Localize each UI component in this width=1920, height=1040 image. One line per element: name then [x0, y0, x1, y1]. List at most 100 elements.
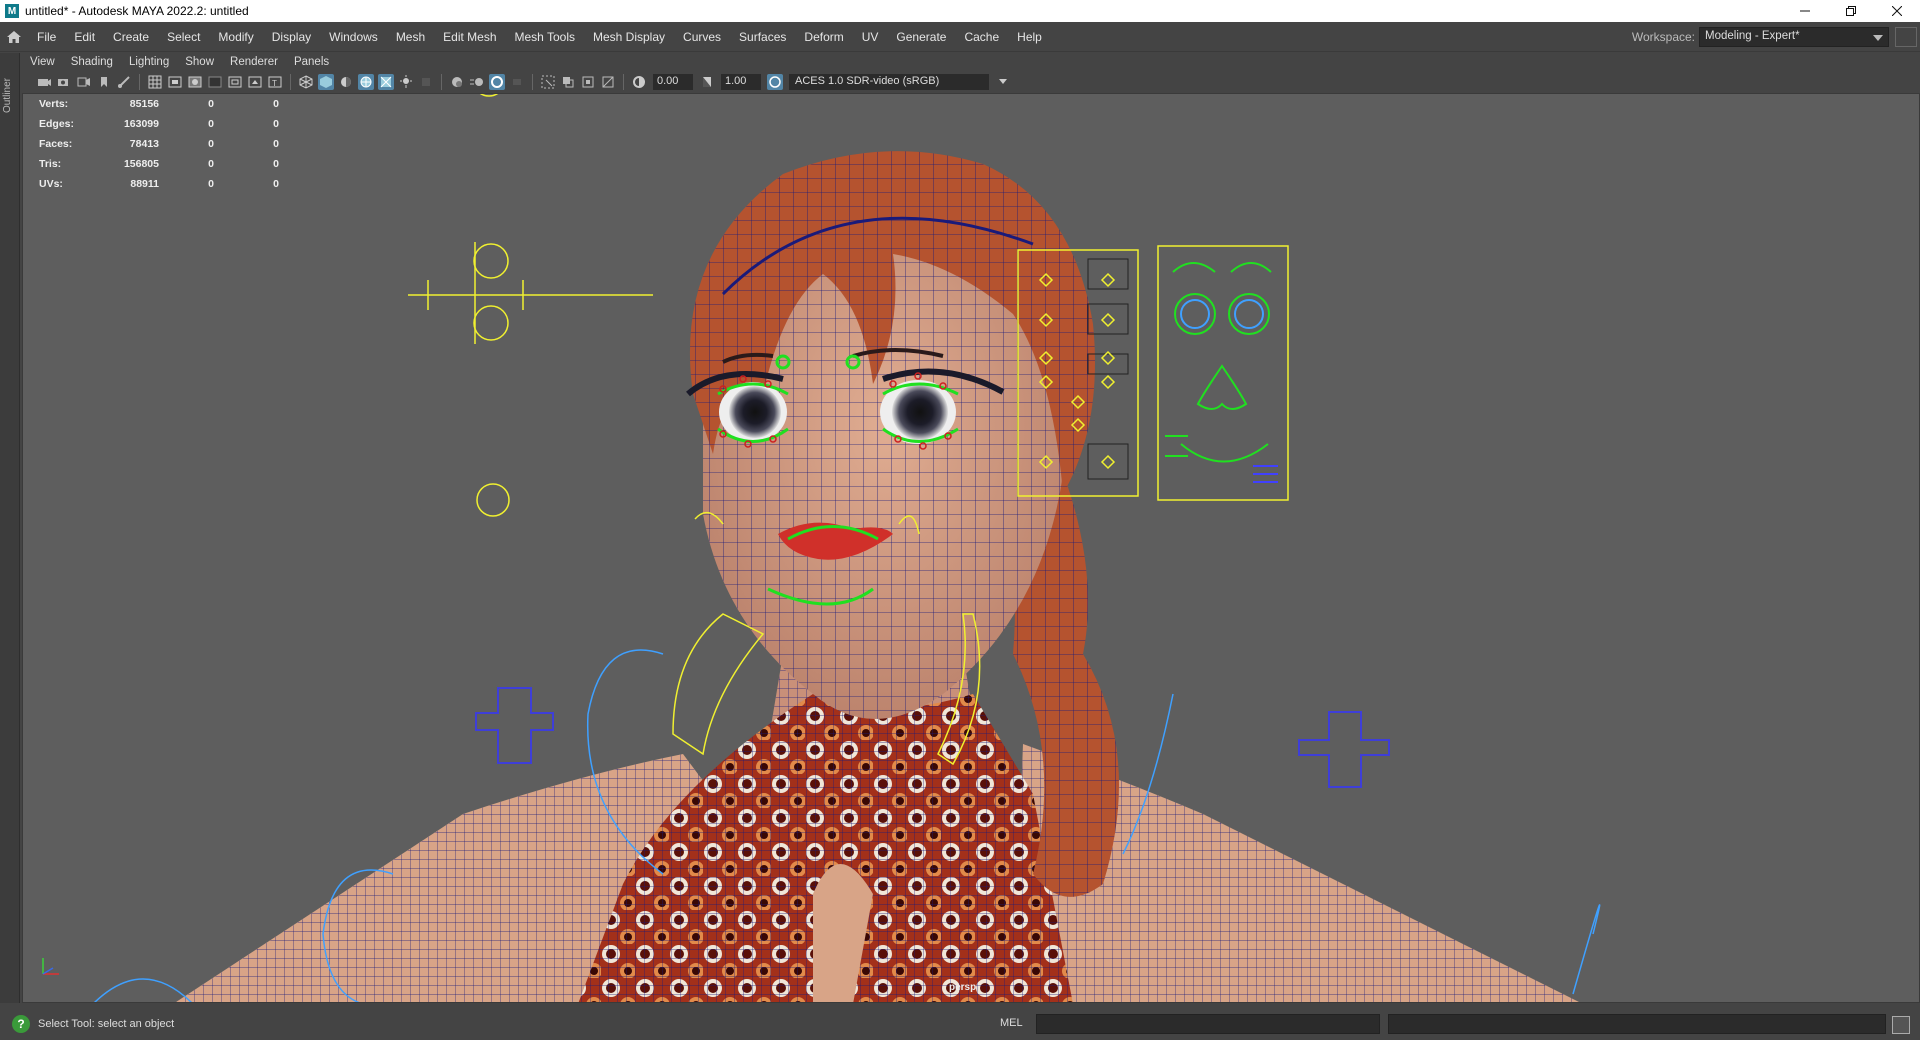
toolbar-separator [441, 74, 442, 90]
textured-icon[interactable] [378, 74, 394, 90]
restore-icon[interactable] [1828, 0, 1874, 22]
camera-attributes-icon[interactable] [56, 74, 72, 90]
outliner-label: Outliner [2, 77, 13, 113]
gate-mask-icon[interactable] [207, 74, 223, 90]
hud-value: 78413 [129, 138, 159, 150]
toolbar-separator [139, 74, 140, 90]
image-plane-icon[interactable] [96, 74, 112, 90]
gamma-field[interactable]: 1.00 [721, 74, 761, 90]
menu-edit[interactable]: Edit [65, 22, 104, 52]
menu-edit-mesh[interactable]: Edit Mesh [434, 22, 505, 52]
panel-menu-lighting[interactable]: Lighting [121, 56, 177, 68]
script-editor-icon[interactable] [1892, 1016, 1910, 1034]
workspace-options-button[interactable] [1895, 27, 1917, 47]
hud-row-edges: Edges: 163099 0 0 [39, 114, 279, 134]
hud-component: 0 [273, 158, 279, 170]
menu-deform[interactable]: Deform [795, 22, 852, 52]
2d-pan-zoom-icon[interactable] [116, 74, 132, 90]
hud-value: 156805 [123, 158, 159, 170]
menu-curves[interactable]: Curves [674, 22, 730, 52]
hud-selected: 0 [208, 158, 214, 170]
menu-uv[interactable]: UV [853, 22, 888, 52]
exposure-field[interactable]: 0.00 [653, 74, 693, 90]
menu-cache[interactable]: Cache [955, 22, 1008, 52]
home-icon[interactable] [0, 23, 28, 51]
menu-mesh-tools[interactable]: Mesh Tools [506, 22, 584, 52]
menu-modify[interactable]: Modify [209, 22, 262, 52]
menu-select[interactable]: Select [158, 22, 209, 52]
toolbar-separator [532, 74, 533, 90]
field-chart-icon[interactable] [227, 74, 243, 90]
grid-icon[interactable] [147, 74, 163, 90]
wireframe-icon[interactable] [298, 74, 314, 90]
bookmarks-icon[interactable] [76, 74, 92, 90]
depth-of-field-icon[interactable] [509, 74, 525, 90]
window-controls [1782, 0, 1920, 22]
scene-canvas [94, 94, 1601, 1003]
isolate-select-icon[interactable] [540, 74, 556, 90]
menu-generate[interactable]: Generate [887, 22, 955, 52]
window-title: untitled* - Autodesk MAYA 2022.2: untitl… [25, 4, 249, 18]
hud-label: Verts: [39, 98, 69, 110]
character-top[interactable] [578, 694, 1073, 1003]
hud-value: 163099 [123, 118, 159, 130]
workspace-dropdown[interactable]: Modeling - Expert* [1699, 27, 1889, 47]
panel-menu-show[interactable]: Show [177, 56, 222, 68]
panel-toolbar: T 0.00 1.00 ACES 1.0 SDR-video (sRGB) [22, 71, 1920, 93]
menu-create[interactable]: Create [104, 22, 158, 52]
gamma-icon[interactable] [699, 74, 715, 90]
minimize-icon[interactable] [1782, 0, 1828, 22]
screen-space-ao-icon[interactable] [449, 74, 465, 90]
menu-mesh-display[interactable]: Mesh Display [584, 22, 674, 52]
help-icon: ? [12, 1015, 30, 1033]
film-gate-icon[interactable] [167, 74, 183, 90]
title-bar: M untitled* - Autodesk MAYA 2022.2: unti… [0, 0, 1920, 22]
shadows-icon[interactable] [418, 74, 434, 90]
hud-label: Edges: [39, 118, 75, 130]
menu-surfaces[interactable]: Surfaces [730, 22, 795, 52]
select-camera-icon[interactable] [36, 74, 52, 90]
hud-value: 88911 [130, 178, 159, 190]
xray-icon[interactable] [560, 74, 576, 90]
multisample-aa-icon[interactable] [489, 74, 505, 90]
hud-component: 0 [273, 118, 279, 130]
resolution-gate-icon[interactable] [187, 74, 203, 90]
hud-row-verts: Verts: 85156 0 0 [39, 94, 279, 114]
wireframe-on-shaded-icon[interactable] [358, 74, 374, 90]
eye-target-control[interactable] [408, 94, 653, 517]
hud-selected: 0 [208, 118, 214, 130]
perspective-viewport[interactable]: Verts: 85156 0 0 Edges: 163099 0 0 Faces… [22, 93, 1920, 1003]
safe-action-icon[interactable] [247, 74, 263, 90]
hud-row-tris: Tris: 156805 0 0 [39, 154, 279, 174]
menu-mesh[interactable]: Mesh [387, 22, 434, 52]
panel-menu-panels[interactable]: Panels [286, 56, 337, 68]
toolbar-separator [290, 74, 291, 90]
command-line-input[interactable] [1036, 1014, 1380, 1034]
outliner-tab-strip[interactable]: Outliner [0, 53, 20, 1003]
panel-menu-view[interactable]: View [22, 56, 63, 68]
facial-gui-panel-face[interactable] [1157, 245, 1289, 501]
xray-active-icon[interactable] [580, 74, 596, 90]
help-line-text: Select Tool: select an object [38, 1018, 175, 1030]
menu-display[interactable]: Display [263, 22, 320, 52]
menu-help[interactable]: Help [1008, 22, 1051, 52]
panel-menu-shading[interactable]: Shading [63, 56, 121, 68]
color-management-icon[interactable] [767, 74, 783, 90]
default-material-icon[interactable] [338, 74, 354, 90]
hud-selected: 0 [208, 98, 214, 110]
lights-icon[interactable] [398, 74, 414, 90]
panel-menu-renderer[interactable]: Renderer [222, 56, 286, 68]
view-transform-dropdown[interactable]: ACES 1.0 SDR-video (sRGB) [789, 74, 1007, 90]
script-language-toggle[interactable]: MEL [1000, 1017, 1023, 1029]
exposure-icon[interactable] [631, 74, 647, 90]
hud-value: 85156 [129, 98, 159, 110]
menu-file[interactable]: File [28, 22, 65, 52]
hud-label: Tris: [39, 158, 62, 170]
xray-joints-icon[interactable] [600, 74, 616, 90]
hud-component: 0 [273, 138, 279, 150]
smooth-shade-icon[interactable] [318, 74, 334, 90]
menu-windows[interactable]: Windows [320, 22, 387, 52]
safe-title-icon[interactable]: T [267, 74, 283, 90]
close-icon[interactable] [1874, 0, 1920, 22]
motion-blur-icon[interactable] [469, 74, 485, 90]
